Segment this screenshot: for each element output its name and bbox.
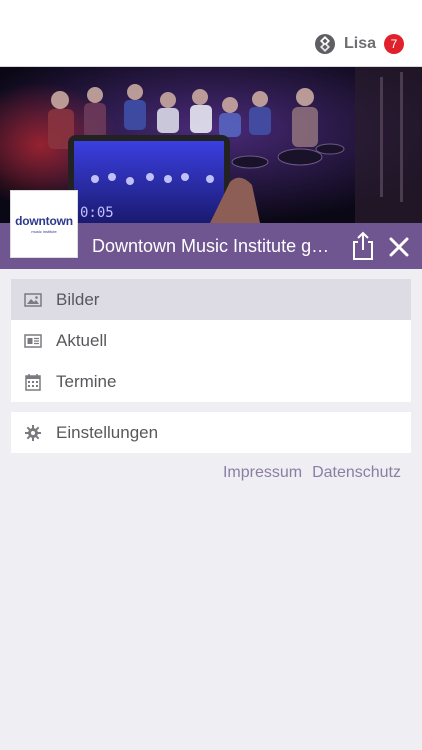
user-name[interactable]: Lisa [344, 35, 376, 53]
menu-item-termine[interactable]: Termine [11, 361, 411, 402]
user-account[interactable]: Lisa 7 [314, 32, 404, 56]
close-icon[interactable] [386, 234, 412, 260]
calendar-icon [25, 373, 41, 391]
logo-wordmark: downtown [15, 214, 73, 228]
screen-time: 0:05 [80, 205, 114, 221]
app-logo-icon [314, 34, 335, 54]
notification-badge[interactable]: 7 [384, 34, 404, 54]
share-icon[interactable] [349, 231, 377, 261]
organization-logo: downtown music institute [10, 190, 78, 258]
datenschutz-link[interactable]: Datenschutz [312, 464, 401, 482]
top-bar: Lisa 7 [0, 0, 422, 67]
menu-item-label: Termine [56, 371, 117, 391]
menu-item-label: Aktuell [56, 330, 108, 350]
image-icon [24, 292, 42, 307]
organization-title: Downtown Music Institute gG... [92, 236, 340, 256]
menu-item-bilder[interactable]: Bilder [11, 279, 411, 320]
main-menu: Bilder Aktuell Termine [11, 279, 411, 402]
impressum-link[interactable]: Impressum [223, 464, 302, 482]
footer-links: Impressum Datenschutz [223, 464, 401, 482]
newspaper-icon [24, 333, 42, 348]
menu-item-einstellungen[interactable]: Einstellungen [11, 412, 411, 453]
gear-icon [25, 424, 41, 441]
menu-item-label: Einstellungen [56, 422, 159, 442]
menu-item-aktuell[interactable]: Aktuell [11, 320, 411, 361]
logo-subtext: music institute [31, 229, 57, 234]
menu-item-label: Bilder [56, 289, 100, 309]
settings-menu: Einstellungen [11, 412, 411, 453]
